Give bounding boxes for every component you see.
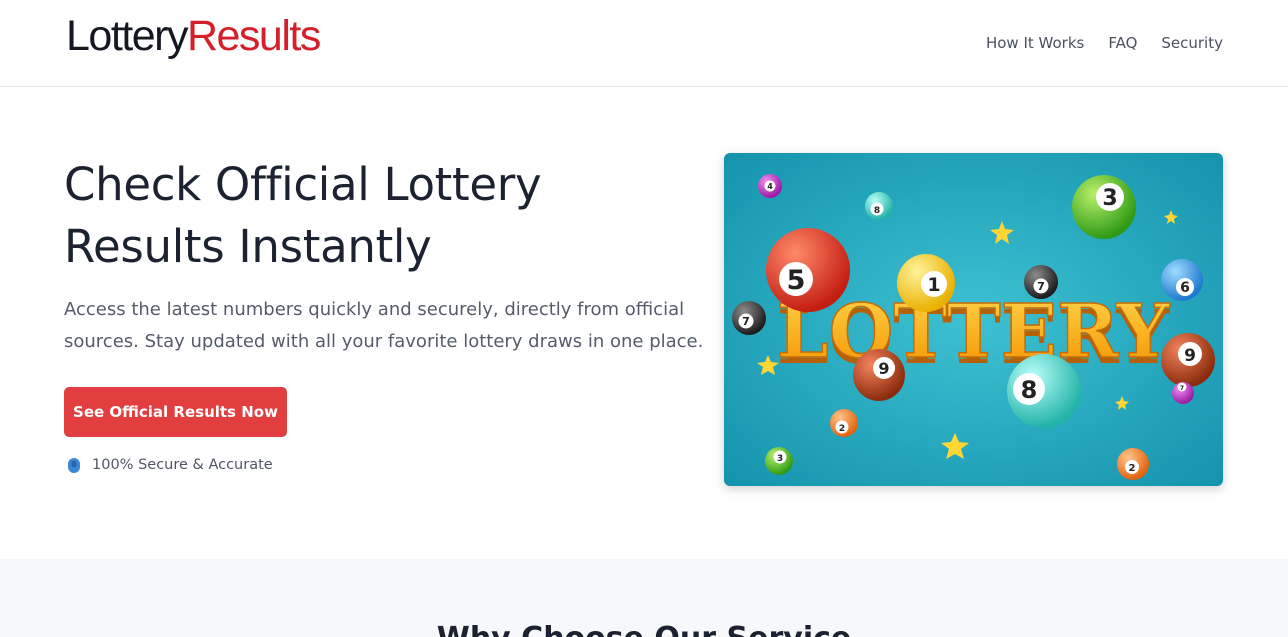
hero-title-line-1: Check Official Lottery [64,158,542,211]
ball-icon: 8 [865,192,893,220]
ball-icon: 4 [758,174,782,198]
secure-badge: 100% Secure & Accurate [66,456,273,474]
hero-title: Check Official Lottery Results Instantly [64,154,684,278]
secure-badge-label: 100% Secure & Accurate [92,457,273,473]
ball-icon: 7 [1024,265,1058,299]
nav-link-security[interactable]: Security [1161,33,1223,53]
ball-icon: 5 [766,228,850,312]
svg-text:6: 6 [1180,280,1190,296]
svg-text:3: 3 [1102,186,1117,211]
ball-icon: 2 [830,409,858,437]
ball-icon: 7 [732,301,766,335]
lottery-hero-image: LOTTERY LOTTERY 4 8 3 5 1 7 6 7 9 8 9 2 … [724,153,1223,486]
svg-text:5: 5 [787,265,806,296]
svg-text:4: 4 [767,182,773,191]
svg-text:7: 7 [1180,385,1184,392]
lottery-word: LOTTERY [777,289,1171,375]
ball-icon: 8 [1007,354,1081,428]
nav-link-faq[interactable]: FAQ [1108,33,1137,53]
svg-text:7: 7 [742,315,750,328]
svg-text:9: 9 [878,359,889,378]
hero-subtitle-line-1: Access the latest numbers quickly and se… [64,299,685,320]
site-logo[interactable]: LotteryResults [66,10,321,62]
svg-text:8: 8 [874,206,880,216]
see-official-results-button[interactable]: See Official Results Now [64,387,287,437]
ball-icon: 7 [1172,382,1194,404]
main-nav: How It Works FAQ Security [986,33,1223,53]
lock-icon [68,458,80,473]
svg-text:7: 7 [1037,280,1045,293]
ball-icon: 1 [897,254,955,312]
ball-icon: 3 [765,447,793,475]
why-choose-section: Why Choose Our Service [0,559,1288,637]
hero-title-line-2: Results Instantly [64,220,432,273]
logo-text-lottery: Lottery [66,12,188,60]
svg-text:2: 2 [1129,463,1136,474]
ball-icon: 3 [1072,175,1136,239]
svg-text:9: 9 [1184,346,1196,366]
lottery-illustration: LOTTERY LOTTERY 4 8 3 5 1 7 6 7 9 8 9 2 … [724,153,1223,486]
ball-icon: 2 [1117,448,1149,480]
svg-text:2: 2 [839,424,845,434]
ball-icon: 6 [1161,259,1203,301]
svg-text:8: 8 [1021,376,1038,404]
section-title: Why Choose Our Service [0,621,1288,637]
ball-icon: 9 [1161,333,1215,387]
ball-icon: 9 [853,349,905,401]
hero-subtitle-line-2: sources. Stay updated with all your favo… [64,331,704,352]
nav-link-how-it-works[interactable]: How It Works [986,33,1084,53]
svg-text:3: 3 [777,454,783,464]
svg-text:1: 1 [927,274,940,296]
site-header: LotteryResults How It Works FAQ Security [0,0,1288,87]
logo-text-results: Results [186,12,321,60]
hero-subtitle: Access the latest numbers quickly and se… [64,294,704,358]
